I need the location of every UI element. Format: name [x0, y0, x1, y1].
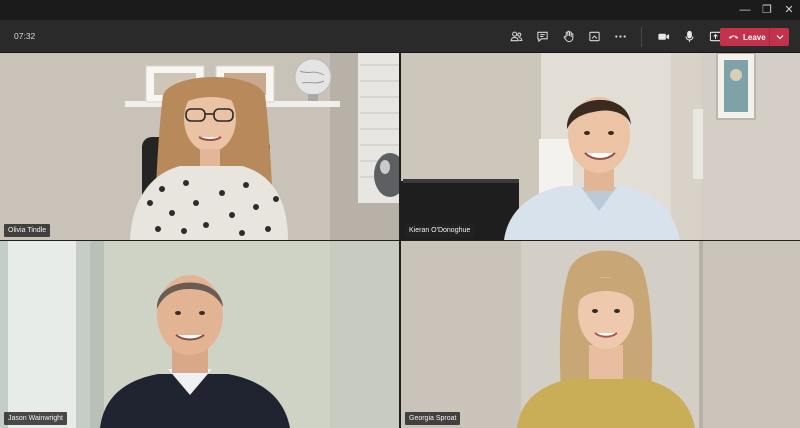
chevron-down-icon — [776, 35, 783, 40]
show-conversation-button[interactable] — [529, 24, 555, 50]
chat-icon — [536, 31, 548, 43]
minimize-icon: — — [739, 3, 751, 16]
participant-video — [401, 241, 800, 428]
camera-button[interactable] — [650, 24, 676, 50]
meeting-toolbar: 07:32 Leave — [0, 20, 800, 53]
video-tile-kieran-odonoghue[interactable]: Kieran O'Donoghue — [401, 53, 800, 240]
meeting-timer: 07:32 — [14, 31, 36, 41]
hang-up-icon — [728, 35, 739, 39]
show-participants-button[interactable] — [503, 24, 529, 50]
participant-name-tag: Kieran O'Donoghue — [405, 224, 475, 237]
close-icon: ✕ — [784, 3, 794, 16]
minimize-button[interactable]: — — [734, 0, 756, 20]
leave-options-dropdown[interactable] — [770, 34, 789, 40]
participant-name-tag: Jason Wainwright — [4, 412, 67, 425]
video-tile-jason-wainwright[interactable]: Jason Wainwright — [0, 241, 399, 428]
meeting-controls — [503, 20, 728, 53]
participant-video — [401, 53, 800, 240]
participants-icon — [510, 31, 522, 42]
leave-button[interactable]: Leave — [720, 28, 789, 46]
video-tile-georgia-sproat[interactable]: Georgia Sproat — [401, 241, 800, 428]
more-actions-icon — [614, 35, 626, 38]
close-button[interactable]: ✕ — [778, 0, 800, 20]
restore-icon: ❐ — [762, 3, 772, 16]
participant-video — [0, 241, 399, 428]
participant-video — [0, 53, 399, 240]
camera-icon — [657, 33, 669, 40]
restore-button[interactable]: ❐ — [756, 0, 778, 20]
raise-hand-button[interactable] — [555, 24, 581, 50]
toolbar-divider — [641, 26, 642, 47]
participant-name-tag: Olivia Tindle — [4, 224, 51, 237]
leave-label: Leave — [743, 32, 766, 42]
microphone-button[interactable] — [676, 24, 702, 50]
title-bar: — ❐ ✕ — [0, 0, 800, 20]
participant-name-tag: Georgia Sproat — [405, 412, 461, 425]
room-view-icon — [588, 31, 600, 42]
video-tile-olivia-tindle[interactable]: Olivia Tindle — [0, 53, 399, 240]
window-controls: — ❐ ✕ — [734, 0, 800, 20]
microphone-icon — [684, 30, 694, 42]
raise-hand-icon — [563, 30, 573, 43]
room-view-button[interactable] — [581, 24, 607, 50]
leave-main-action[interactable]: Leave — [720, 28, 770, 46]
more-actions-button[interactable] — [607, 24, 633, 50]
